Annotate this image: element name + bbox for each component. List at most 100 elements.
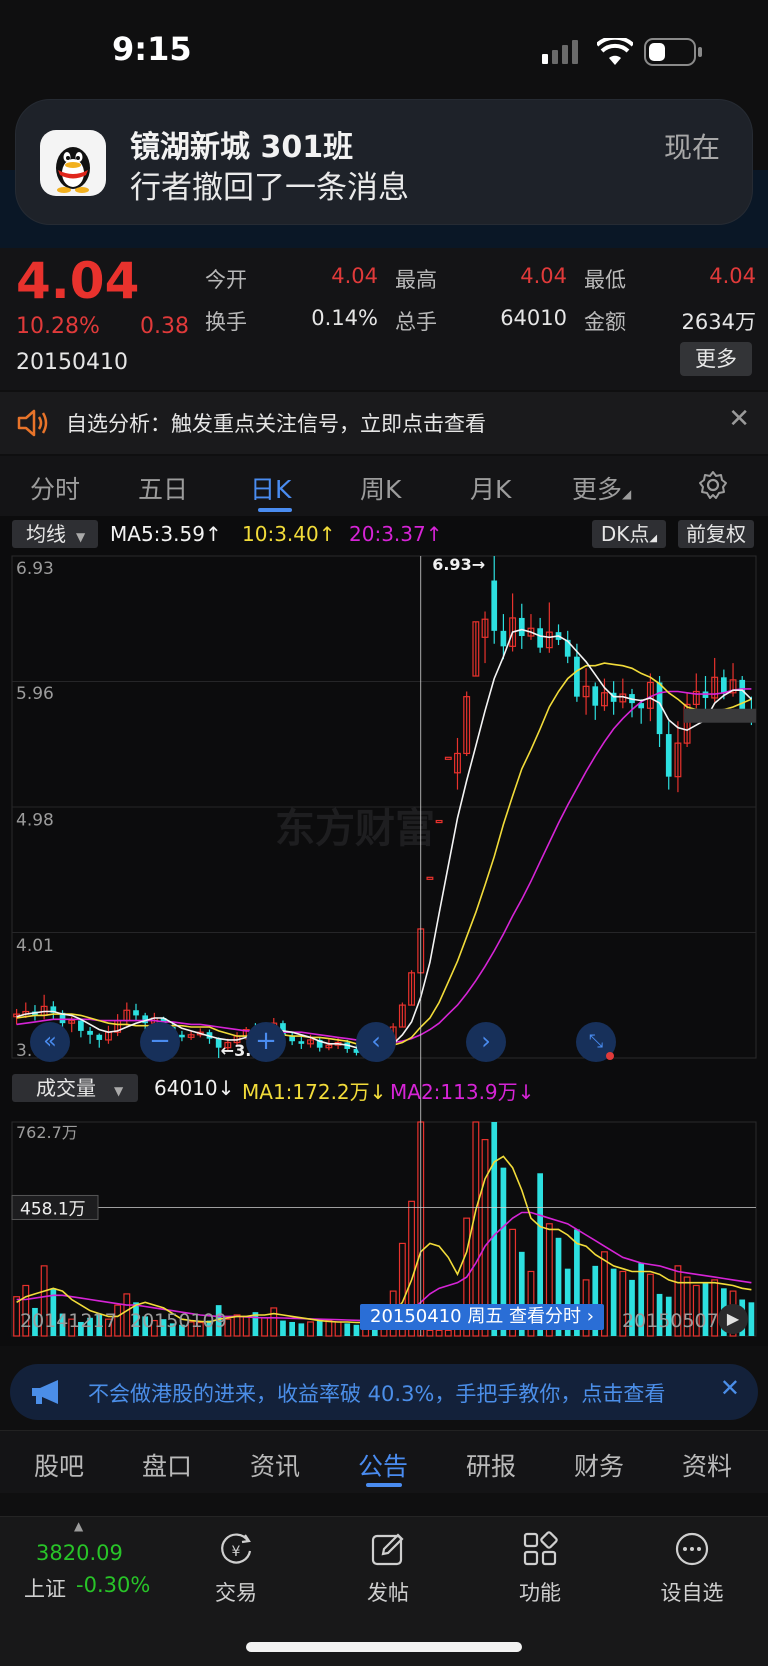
arrow-up-icon: ↑: [204, 522, 222, 546]
cellular-signal-icon: [542, 40, 578, 64]
tab-profile[interactable]: 资料: [682, 1447, 732, 1483]
price-tick-label: 4.98: [16, 811, 54, 831]
fullscreen-icon[interactable]: ⤡: [576, 1022, 616, 1062]
volume-ma1-value: MA1:172.2万: [242, 1080, 370, 1104]
grid-apps-icon: [523, 1531, 558, 1566]
volume-bar: [289, 1321, 295, 1336]
volume-bar: [334, 1321, 342, 1337]
volume-bar: [233, 1314, 241, 1337]
index-change: -0.30%: [76, 1573, 151, 1597]
volume-bar: [344, 1323, 351, 1336]
scroll-left-icon[interactable]: ‹: [356, 1022, 396, 1062]
candle-body: [491, 580, 498, 631]
volume-ma2-readout: MA2:113.9万↓: [390, 1076, 534, 1105]
more-quote-button[interactable]: 更多: [680, 342, 752, 376]
tab-intraday[interactable]: 分时: [30, 470, 80, 506]
triangle-down-icon: ◢: [622, 487, 632, 501]
tab-weekly-k[interactable]: 周K: [360, 470, 401, 506]
candle-body: [537, 628, 543, 648]
volume-bar: [298, 1323, 305, 1336]
candle-body: [721, 677, 727, 693]
tab-daily-k[interactable]: 日K: [250, 470, 291, 506]
promo-close-icon[interactable]: ✕: [720, 1374, 740, 1402]
add-watchlist-button[interactable]: 设自选: [642, 1527, 742, 1617]
scroll-left-fast-icon[interactable]: «: [30, 1022, 70, 1062]
promo-text: 不会做港股的进来，收益率破 40.3%，手把手教你，点击查看: [88, 1382, 666, 1406]
zoom-in-icon[interactable]: +: [246, 1022, 286, 1062]
volume-ma1-readout: MA1:172.2万↓: [242, 1076, 386, 1105]
amount-value: 2634万: [681, 310, 756, 334]
tab-news[interactable]: 资讯: [250, 1447, 300, 1483]
tab-guba[interactable]: 股吧: [34, 1447, 84, 1483]
status-bar: 9:15: [0, 0, 768, 100]
volume-indicator-select[interactable]: 成交量 ▼: [12, 1074, 138, 1102]
caret-up-icon: ▲: [74, 1519, 84, 1533]
quote-header: 4.04 10.28% 0.38 20150410 今开 4.04 最高 4.0…: [0, 248, 768, 390]
speaker-icon: [17, 409, 48, 437]
post-button[interactable]: 发帖: [338, 1527, 438, 1617]
kline-period-tabs: 分时 五日 日K 周K 月K 更多◢: [0, 456, 768, 516]
candle-body: [592, 686, 599, 706]
notification-banner[interactable]: 镜湖新城 301班 行者撤回了一条消息 现在: [16, 100, 752, 224]
ma20-line: [16, 688, 752, 1044]
volume-indicator-label: 成交量: [36, 1076, 96, 1100]
settings-gear-icon[interactable]: [698, 470, 728, 500]
open-value: 4.04: [331, 264, 378, 288]
price-tick-label: 5.96: [16, 684, 54, 704]
ma-indicator-select[interactable]: 均线 ▼: [12, 520, 98, 548]
arrow-up-icon: ↑: [425, 522, 443, 546]
arrow-up-icon: ↑: [318, 522, 336, 546]
tab-monthly-k[interactable]: 月K: [470, 470, 511, 506]
volume-bar: [353, 1324, 360, 1336]
market-index-widget[interactable]: ▲ 3820.09 上证 -0.30%: [0, 1517, 180, 1627]
volume-bar: [242, 1315, 250, 1337]
tab-five-day[interactable]: 五日: [138, 470, 188, 506]
analysis-alert-bar[interactable]: 自选分析：触发重点关注信号，立即点击查看 ✕: [0, 392, 768, 454]
volume-ma2-value: MA2:113.9万: [390, 1080, 518, 1104]
quote-date: 20150410: [16, 350, 128, 375]
promo-banner[interactable]: 不会做港股的进来，收益率破 40.3%，手把手教你，点击查看 ✕: [10, 1364, 758, 1420]
candle-body: [500, 630, 507, 647]
info-tabs: 股吧 盘口 资讯 公告 研报 财务 资料: [0, 1430, 768, 1493]
kline-chart[interactable]: 东方财富 6.935.964.984.013.04 458.1万762.7万6.…: [0, 552, 768, 1346]
tab-research[interactable]: 研报: [466, 1447, 516, 1483]
post-label: 发帖: [367, 1581, 409, 1605]
candle-body: [518, 617, 525, 637]
index-name: 上证: [24, 1577, 66, 1601]
volume-bar: [307, 1321, 314, 1337]
cursor-date-button[interactable]: 20150410 周五 查看分时 ›: [360, 1304, 604, 1330]
current-price: 4.04: [16, 252, 140, 310]
home-indicator: [246, 1642, 522, 1652]
candle-body: [96, 1034, 103, 1040]
alert-close-icon[interactable]: ✕: [728, 404, 750, 434]
change-percent: 10.28%: [16, 314, 100, 339]
trade-button[interactable]: ¥ 交易: [186, 1527, 286, 1617]
amount-label: 金额: [584, 310, 626, 334]
ma20-value: 20:3.37: [349, 522, 426, 546]
total-volume-value: 64010: [500, 306, 567, 330]
wifi-icon: [597, 38, 633, 65]
tab-more[interactable]: 更多◢: [572, 470, 631, 506]
ma5-readout: MA5:3.59↑: [110, 522, 222, 546]
ma-indicator-label: 均线: [26, 522, 66, 546]
arrow-down-icon: ↓: [517, 1080, 535, 1104]
triangle-down-icon: ◢: [649, 533, 658, 544]
dk-point-button[interactable]: DK点◢: [592, 520, 666, 548]
tab-order-book[interactable]: 盘口: [142, 1447, 192, 1483]
scroll-right-icon[interactable]: ›: [466, 1022, 506, 1062]
chart-grid: [11, 555, 757, 1337]
adjust-price-button[interactable]: 前复权: [678, 520, 754, 548]
active-info-tab-indicator: [366, 1483, 402, 1487]
turnover-value: 0.14%: [311, 306, 378, 330]
tab-financials[interactable]: 财务: [574, 1447, 624, 1483]
index-value: 3820.09: [36, 1541, 123, 1565]
volume-max-tick: 762.7万: [16, 1123, 78, 1142]
tab-announcements[interactable]: 公告: [358, 1447, 408, 1483]
dk-point-label: DK点: [600, 522, 650, 546]
functions-button[interactable]: 功能: [490, 1527, 590, 1617]
play-icon[interactable]: ▶: [718, 1304, 748, 1334]
candle-body: [298, 1041, 305, 1044]
high-label: 最高: [395, 268, 437, 292]
zoom-out-icon[interactable]: −: [140, 1022, 180, 1062]
date-label-4: 20150507: [622, 1310, 719, 1332]
